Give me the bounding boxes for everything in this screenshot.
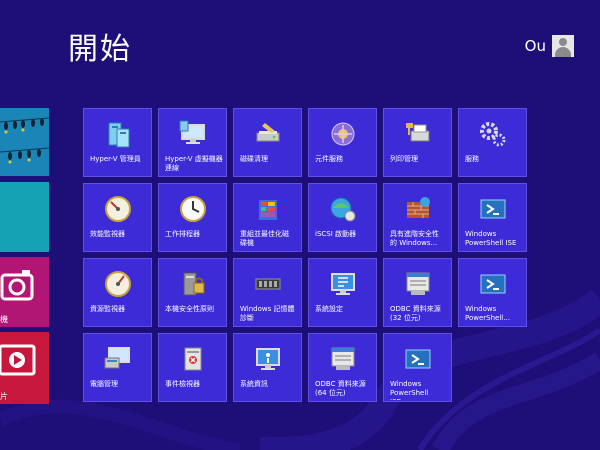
- video-tile-label: 片: [0, 392, 8, 401]
- app-tile-label: Hyper-V 虛擬機器 連線: [165, 155, 223, 172]
- component-services-icon: [331, 122, 355, 146]
- app-tile-label: Windows 記憶體 診斷: [240, 305, 295, 322]
- app-tile-label: 具有進階安全性 的 Windows...: [390, 230, 439, 247]
- people-tile[interactable]: [0, 108, 49, 176]
- app-tile-label: 列印管理: [390, 155, 418, 163]
- app-tile[interactable]: 服務: [458, 108, 527, 177]
- app-tile[interactable]: ODBC 資料來源 (64 位元): [308, 333, 377, 402]
- firewall-icon: [407, 197, 430, 218]
- user-name: Ou: [524, 37, 546, 55]
- app-tile[interactable]: Hyper-V 管理員: [83, 108, 152, 177]
- app-tile[interactable]: Windows PowerShell ISE: [458, 183, 527, 252]
- app-tile[interactable]: 列印管理: [383, 108, 452, 177]
- app-tile[interactable]: 磁碟清理: [233, 108, 302, 177]
- app-tile[interactable]: Windows 記憶體 診斷: [233, 258, 302, 327]
- app-tile-label: 資源監視器: [90, 305, 125, 313]
- app-tile-label: ODBC 資料來源 (32 位元): [390, 305, 441, 322]
- app-tile-label: 服務: [465, 155, 479, 163]
- camera-tile-label: 機: [0, 315, 8, 324]
- memory-diagnostic-icon: [255, 278, 281, 290]
- app-tile-label: 事件檢視器: [165, 380, 200, 388]
- odbc-64-icon: [331, 347, 355, 370]
- app-tile-label: iSCSI 啟動器: [315, 230, 357, 238]
- app-tile-label: 本機安全性原則: [165, 305, 214, 313]
- video-tile[interactable]: 片: [0, 332, 49, 404]
- system-configuration-icon: [331, 273, 355, 295]
- app-tile-label: ODBC 資料來源 (64 位元): [315, 380, 366, 397]
- app-tile[interactable]: 本機安全性原則: [158, 258, 227, 327]
- app-tile[interactable]: Windows PowerShell...: [458, 258, 527, 327]
- app-tile[interactable]: 工作排程器: [158, 183, 227, 252]
- start-title: 開始: [68, 32, 132, 67]
- app-tile-label: 電腦管理: [90, 380, 118, 388]
- app-tile-label: 元件服務: [315, 155, 343, 163]
- computer-management-icon: [104, 347, 130, 369]
- camera-tile[interactable]: 機: [0, 257, 49, 327]
- app-tile[interactable]: 系統設定: [308, 258, 377, 327]
- print-management-icon: [406, 123, 430, 142]
- event-viewer-icon: [184, 347, 202, 371]
- app-tile[interactable]: Windows PowerShell ISE...: [383, 333, 452, 402]
- app-tile-label: 系統設定: [315, 305, 343, 313]
- app-tile-label: Hyper-V 管理員: [90, 155, 141, 163]
- app-tile[interactable]: 效能監視器: [83, 183, 152, 252]
- vm-connection-icon: [179, 120, 205, 144]
- performance-monitor-icon: [105, 196, 131, 222]
- hyperv-manager-icon: [108, 122, 130, 148]
- user-avatar-icon: [552, 35, 574, 57]
- app-tile[interactable]: 系統資訊: [233, 333, 302, 402]
- app-tile[interactable]: 事件檢視器: [158, 333, 227, 402]
- disk-cleanup-icon: [256, 123, 280, 142]
- powershell-ise-x86-icon: [405, 349, 431, 369]
- app-tile[interactable]: 資源監視器: [83, 258, 152, 327]
- people-birds-icon: [0, 117, 49, 164]
- app-tile-label: 系統資訊: [240, 380, 268, 388]
- powershell-icon: [480, 274, 506, 294]
- app-tile[interactable]: iSCSI 啟動器: [308, 183, 377, 252]
- app-tile-label: 工作排程器: [165, 230, 200, 238]
- app-tile-label: Windows PowerShell...: [465, 305, 510, 322]
- app-tile[interactable]: 元件服務: [308, 108, 377, 177]
- system-information-icon: [256, 348, 280, 370]
- app-tile[interactable]: Hyper-V 虛擬機器 連線: [158, 108, 227, 177]
- services-gear-icon: [480, 122, 506, 147]
- app-tile-label: Windows PowerShell ISE...: [390, 380, 429, 400]
- local-security-policy-icon: [183, 272, 205, 296]
- odbc-32-icon: [406, 272, 430, 295]
- app-tile[interactable]: 重組並最佳化磁 碟機: [233, 183, 302, 252]
- app-tile[interactable]: ODBC 資料來源 (32 位元): [383, 258, 452, 327]
- iscsi-initiator-icon: [330, 197, 356, 222]
- app-tile[interactable]: 電腦管理: [83, 333, 152, 402]
- powershell-ise-icon: [480, 199, 506, 219]
- task-scheduler-clock-icon: [180, 196, 206, 222]
- resource-monitor-icon: [105, 271, 131, 297]
- app-tile-label: 效能監視器: [90, 230, 125, 238]
- defragment-drives-icon: [259, 200, 277, 220]
- teal-tile[interactable]: [0, 182, 49, 252]
- app-tile-label: 磁碟清理: [240, 155, 268, 163]
- app-tile-label: 重組並最佳化磁 碟機: [240, 230, 289, 247]
- user-account[interactable]: Ou: [525, 35, 574, 57]
- app-tile[interactable]: 具有進階安全性 的 Windows...: [383, 183, 452, 252]
- app-tile-label: Windows PowerShell ISE: [465, 230, 517, 247]
